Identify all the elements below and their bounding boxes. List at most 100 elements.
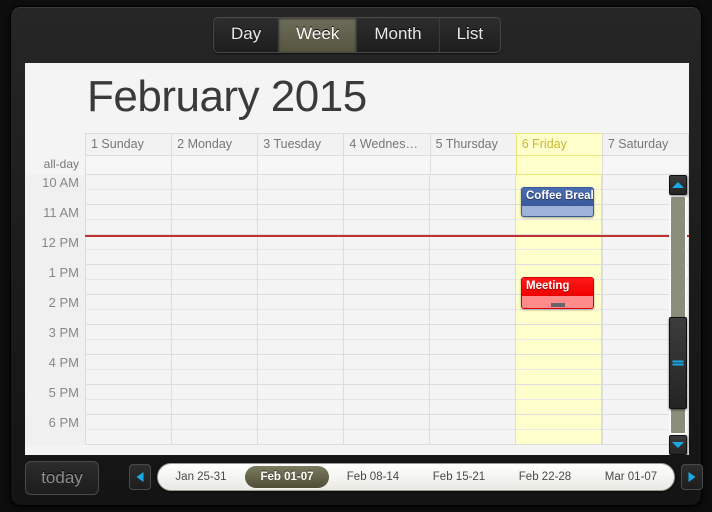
half-hour-cell[interactable] <box>258 400 343 415</box>
half-hour-cell[interactable] <box>172 250 257 265</box>
half-hour-cell[interactable] <box>430 325 515 340</box>
half-hour-cell[interactable] <box>516 340 601 355</box>
event-resize-handle[interactable] <box>550 303 565 307</box>
today-button[interactable]: today <box>25 461 99 495</box>
half-hour-cell[interactable] <box>430 415 515 430</box>
half-hour-cell[interactable] <box>430 265 515 280</box>
scroll-down-button[interactable] <box>669 435 687 455</box>
half-hour-cell[interactable] <box>516 430 601 445</box>
half-hour-cell[interactable] <box>172 235 257 250</box>
view-switcher[interactable]: Day Week Month List <box>212 17 502 53</box>
day-header-6[interactable]: 7 Saturday <box>601 133 689 175</box>
half-hour-cell[interactable] <box>258 340 343 355</box>
half-hour-cell[interactable] <box>516 250 601 265</box>
half-hour-cell[interactable] <box>516 235 601 250</box>
all-day-cell[interactable] <box>344 155 430 174</box>
half-hour-cell[interactable] <box>430 220 515 235</box>
half-hour-cell[interactable] <box>172 415 257 430</box>
half-hour-cell[interactable] <box>344 175 429 190</box>
week-range-0[interactable]: Jan 25-31 <box>159 466 243 488</box>
half-hour-cell[interactable] <box>86 400 171 415</box>
half-hour-cell[interactable] <box>344 385 429 400</box>
day-column-4[interactable] <box>429 175 515 445</box>
week-range-4[interactable]: Feb 22-28 <box>503 466 587 488</box>
half-hour-cell[interactable] <box>344 430 429 445</box>
half-hour-cell[interactable] <box>86 250 171 265</box>
half-hour-cell[interactable] <box>86 175 171 190</box>
half-hour-cell[interactable] <box>172 430 257 445</box>
half-hour-cell[interactable] <box>86 430 171 445</box>
half-hour-cell[interactable] <box>172 340 257 355</box>
vertical-scrollbar[interactable] <box>669 175 687 455</box>
half-hour-cell[interactable] <box>172 175 257 190</box>
half-hour-cell[interactable] <box>86 370 171 385</box>
half-hour-cell[interactable] <box>172 280 257 295</box>
scrollbar-thumb[interactable] <box>669 317 687 409</box>
half-hour-cell[interactable] <box>258 190 343 205</box>
day-header-5[interactable]: 6 Friday <box>515 133 602 175</box>
half-hour-cell[interactable] <box>258 280 343 295</box>
half-hour-cell[interactable] <box>86 340 171 355</box>
all-day-cell[interactable] <box>258 155 344 174</box>
day-column-2[interactable] <box>257 175 343 445</box>
half-hour-cell[interactable] <box>516 400 601 415</box>
week-range-1[interactable]: Feb 01-07 <box>245 466 329 488</box>
half-hour-cell[interactable] <box>430 400 515 415</box>
half-hour-cell[interactable] <box>344 220 429 235</box>
half-hour-cell[interactable] <box>86 220 171 235</box>
half-hour-cell[interactable] <box>258 250 343 265</box>
half-hour-cell[interactable] <box>430 250 515 265</box>
half-hour-cell[interactable] <box>258 175 343 190</box>
half-hour-cell[interactable] <box>516 220 601 235</box>
half-hour-cell[interactable] <box>430 355 515 370</box>
all-day-cell[interactable] <box>602 155 688 174</box>
half-hour-cell[interactable] <box>86 310 171 325</box>
week-range-2[interactable]: Feb 08-14 <box>331 466 415 488</box>
next-week-button[interactable] <box>681 464 703 490</box>
half-hour-cell[interactable] <box>86 190 171 205</box>
half-hour-cell[interactable] <box>430 190 515 205</box>
all-day-cell[interactable] <box>86 155 172 174</box>
view-button-day[interactable]: Day <box>213 18 280 52</box>
half-hour-cell[interactable] <box>344 355 429 370</box>
half-hour-cell[interactable] <box>258 310 343 325</box>
half-hour-cell[interactable] <box>344 190 429 205</box>
day-column-3[interactable] <box>343 175 429 445</box>
half-hour-cell[interactable] <box>172 400 257 415</box>
half-hour-cell[interactable] <box>86 265 171 280</box>
half-hour-cell[interactable] <box>86 295 171 310</box>
half-hour-cell[interactable] <box>344 310 429 325</box>
half-hour-cell[interactable] <box>344 325 429 340</box>
previous-week-button[interactable] <box>129 464 151 490</box>
half-hour-cell[interactable] <box>430 385 515 400</box>
half-hour-cell[interactable] <box>344 235 429 250</box>
half-hour-cell[interactable] <box>258 295 343 310</box>
half-hour-cell[interactable] <box>430 430 515 445</box>
half-hour-cell[interactable] <box>172 265 257 280</box>
half-hour-cell[interactable] <box>344 250 429 265</box>
half-hour-cell[interactable] <box>86 280 171 295</box>
half-hour-cell[interactable] <box>86 385 171 400</box>
event-coffee-break[interactable]: Coffee Break <box>521 187 594 217</box>
half-hour-cell[interactable] <box>516 370 601 385</box>
half-hour-cell[interactable] <box>344 280 429 295</box>
half-hour-cell[interactable] <box>344 415 429 430</box>
all-day-cell[interactable] <box>172 155 258 174</box>
day-header-4[interactable]: 5 Thursday <box>429 133 516 175</box>
day-column-5[interactable]: Coffee Break Meeting <box>515 175 602 445</box>
half-hour-cell[interactable] <box>344 205 429 220</box>
half-hour-cell[interactable] <box>344 340 429 355</box>
view-button-week[interactable]: Week <box>279 18 358 52</box>
half-hour-cell[interactable] <box>258 265 343 280</box>
day-header-1[interactable]: 2 Monday <box>171 133 258 175</box>
half-hour-cell[interactable] <box>86 235 171 250</box>
half-hour-cell[interactable] <box>516 385 601 400</box>
all-day-cell[interactable] <box>516 155 602 174</box>
half-hour-cell[interactable] <box>258 385 343 400</box>
time-grid-scroll-area[interactable]: 10 AM 11 AM 12 PM 1 PM 2 PM 3 PM 4 PM 5 PM 6 PM … <box>25 175 689 455</box>
half-hour-cell[interactable] <box>86 355 171 370</box>
half-hour-cell[interactable] <box>172 295 257 310</box>
half-hour-cell[interactable] <box>430 175 515 190</box>
day-header-0[interactable]: 1 Sunday <box>85 133 172 175</box>
half-hour-cell[interactable] <box>172 385 257 400</box>
